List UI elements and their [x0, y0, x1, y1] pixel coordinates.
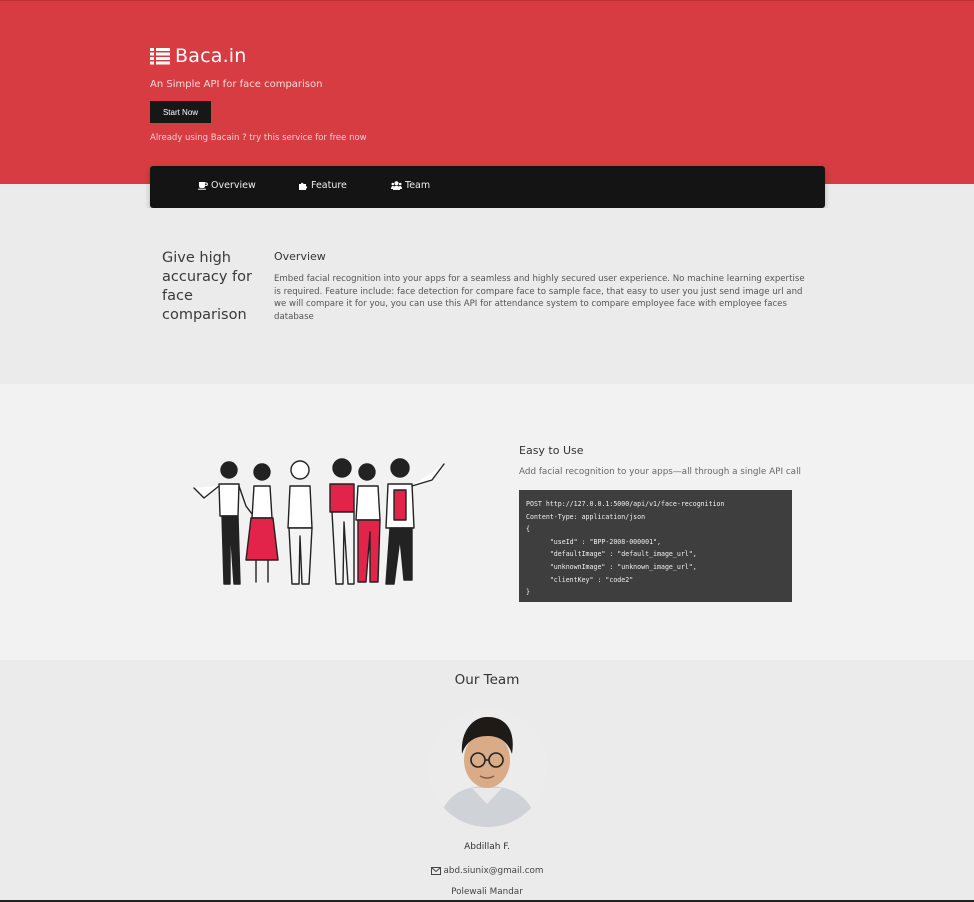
- users-icon: [391, 181, 402, 190]
- brand-name: Baca.in: [175, 45, 247, 67]
- already-using-link[interactable]: Already using Bacain ? try this service …: [150, 133, 367, 143]
- coffee-icon: [198, 182, 208, 190]
- code-sample: POST http://127.0.0.1:5000/api/v1/face-r…: [519, 490, 792, 602]
- nav-label: Team: [405, 180, 431, 191]
- feature-subtitle: Add facial recognition to your apps—all …: [519, 467, 801, 477]
- overview-heading: Give high accuracy for face comparison: [162, 250, 252, 323]
- code-line: "clientKey" : "code2": [526, 575, 634, 584]
- nav-item-team[interactable]: Team: [391, 180, 430, 191]
- overview-section: Give high accuracy for face comparison O…: [0, 208, 974, 384]
- start-now-button[interactable]: Start Now: [150, 101, 211, 123]
- puzzle-icon: [299, 182, 308, 190]
- code-line: "defaultImage" : "default_image_url",: [526, 550, 697, 559]
- people-illustration: [193, 458, 445, 585]
- code-line: }: [526, 588, 530, 597]
- main-navbar: Overview Feature Team: [150, 166, 825, 208]
- team-title: Our Team: [454, 672, 520, 688]
- member-name: Abdillah F.: [464, 842, 510, 852]
- overview-text: Embed facial recognition into your apps …: [274, 274, 805, 322]
- hero-banner: Baca.in An Simple API for face compariso…: [0, 0, 974, 184]
- team-section: Our Team Abdillah F. abd.siunix@gmail.co…: [0, 660, 974, 902]
- feature-section: Easy to Use Add facial recognition to yo…: [0, 384, 974, 660]
- code-line: "useId" : "BPP-2008-000001",: [526, 537, 661, 546]
- code-line: Content-Type: application/json: [526, 512, 646, 521]
- member-email-text: abd.siunix@gmail.com: [443, 866, 544, 876]
- tagline: An Simple API for face comparison: [150, 79, 323, 90]
- nav-label: Feature: [311, 180, 347, 191]
- nav-label: Overview: [211, 180, 256, 191]
- member-email[interactable]: abd.siunix@gmail.com: [0, 866, 974, 876]
- code-line: POST http://127.0.0.1:5000/api/v1/face-r…: [526, 500, 725, 508]
- nav-item-feature[interactable]: Feature: [298, 180, 347, 191]
- list-icon: [150, 48, 170, 65]
- brand[interactable]: Baca.in: [150, 45, 247, 67]
- member-city: Polewali Mandar: [451, 887, 523, 897]
- code-line: {: [526, 525, 530, 534]
- envelope-icon: [430, 867, 441, 875]
- feature-title: Easy to Use: [519, 444, 584, 457]
- overview-title: Overview: [274, 250, 326, 263]
- avatar: [428, 708, 547, 827]
- code-line: "unknownImage" : "unknown_image_url",: [526, 562, 697, 571]
- nav-item-overview[interactable]: Overview: [198, 180, 256, 191]
